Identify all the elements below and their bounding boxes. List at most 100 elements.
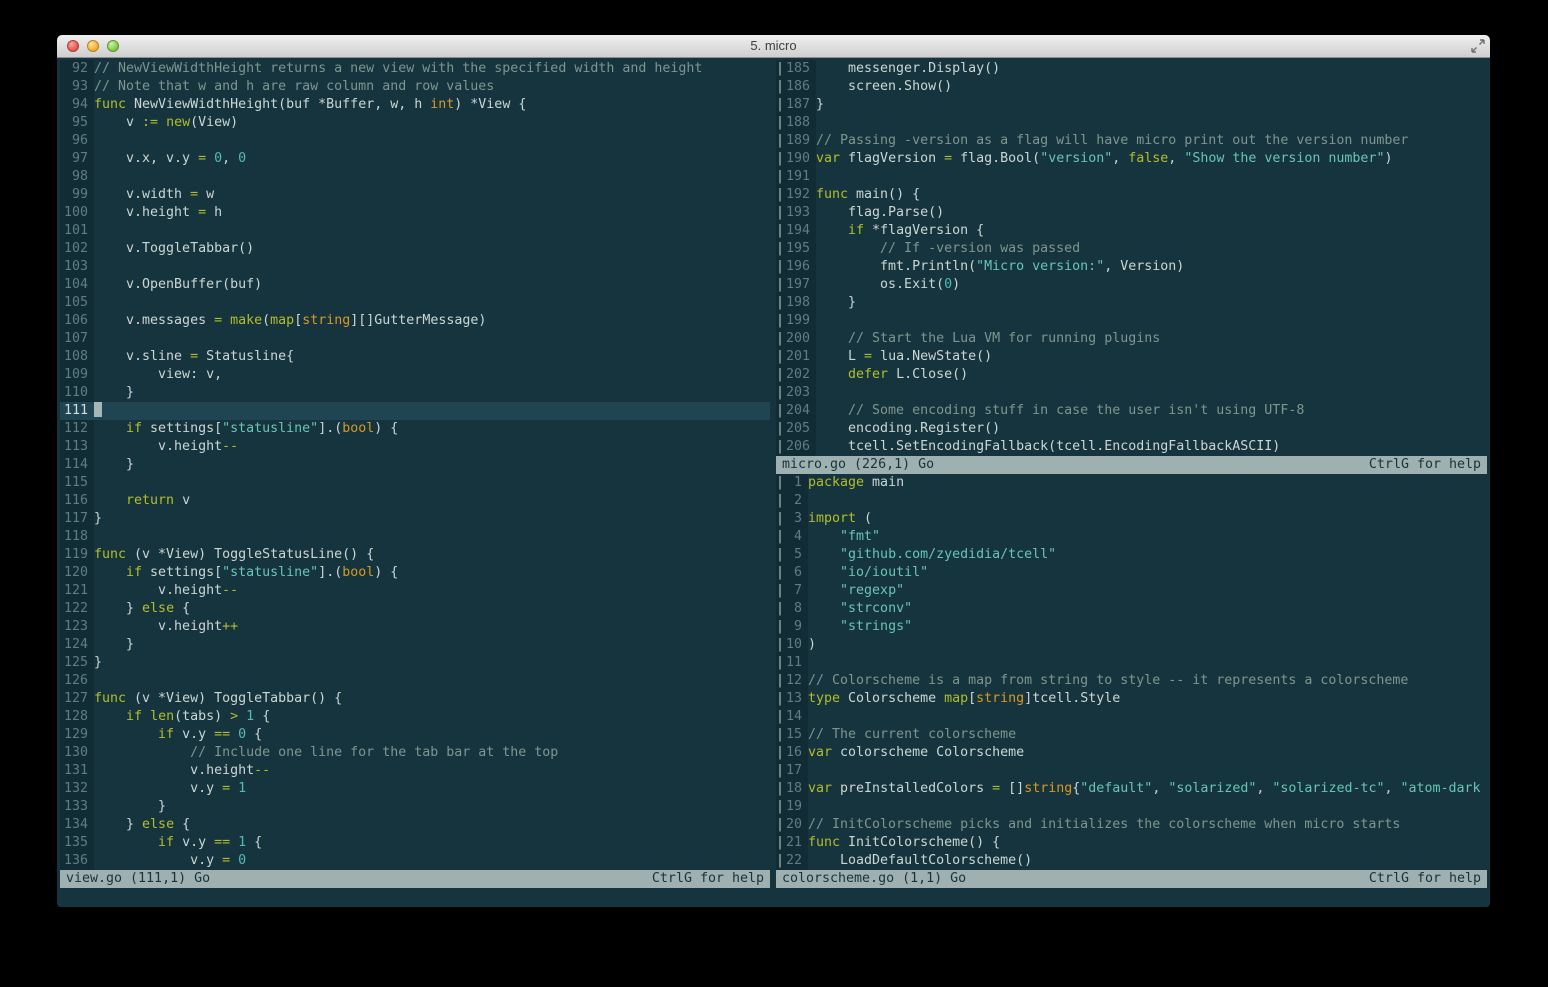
- code-line[interactable]: |203: [776, 384, 1487, 402]
- code-line[interactable]: |10): [776, 636, 1487, 654]
- code-line[interactable]: 134 } else {: [60, 816, 770, 834]
- code-line[interactable]: 99 v.width = w: [60, 186, 770, 204]
- code-token: [238, 709, 246, 724]
- minimize-button[interactable]: [87, 40, 99, 52]
- code-line[interactable]: |185 messenger.Display(): [776, 60, 1487, 78]
- code-line[interactable]: 133 }: [60, 798, 770, 816]
- code-line[interactable]: 98: [60, 168, 770, 186]
- code-line[interactable]: 108 v.sline = Statusline{: [60, 348, 770, 366]
- code-line[interactable]: |197 os.Exit(0): [776, 276, 1487, 294]
- code-line[interactable]: |202 defer L.Close(): [776, 366, 1487, 384]
- code-line[interactable]: 104 v.OpenBuffer(buf): [60, 276, 770, 294]
- code-line[interactable]: |193 flag.Parse(): [776, 204, 1487, 222]
- code-line[interactable]: |20// InitColorscheme picks and initiali…: [776, 816, 1487, 834]
- code-line[interactable]: 107: [60, 330, 770, 348]
- code-line[interactable]: 117}: [60, 510, 770, 528]
- zoom-button[interactable]: [107, 40, 119, 52]
- code-line[interactable]: |6 "io/ioutil": [776, 564, 1487, 582]
- code-line[interactable]: |17: [776, 762, 1487, 780]
- code-line[interactable]: 93// Note that w and h are raw column an…: [60, 78, 770, 96]
- code-line[interactable]: |1package main: [776, 474, 1487, 492]
- code-text: if settings["statusline"].(bool) {: [94, 420, 770, 438]
- code-line[interactable]: |2: [776, 492, 1487, 510]
- code-line[interactable]: 111: [60, 402, 770, 420]
- code-line[interactable]: 136 v.y = 0: [60, 852, 770, 870]
- code-line[interactable]: |191: [776, 168, 1487, 186]
- code-line[interactable]: |192func main() {: [776, 186, 1487, 204]
- code-line[interactable]: |206 tcell.SetEncodingFallback(tcell.Enc…: [776, 438, 1487, 456]
- code-line[interactable]: |189// Passing -version as a flag will h…: [776, 132, 1487, 150]
- code-line[interactable]: |194 if *flagVersion {: [776, 222, 1487, 240]
- code-line[interactable]: |9 "strings": [776, 618, 1487, 636]
- code-line[interactable]: 122 } else {: [60, 600, 770, 618]
- code-line[interactable]: |3import (: [776, 510, 1487, 528]
- code-line[interactable]: 113 v.height--: [60, 438, 770, 456]
- code-line[interactable]: 95 v := new(View): [60, 114, 770, 132]
- code-line[interactable]: 114 }: [60, 456, 770, 474]
- title-bar[interactable]: 5. micro: [57, 35, 1490, 58]
- code-line[interactable]: |12// Colorscheme is a map from string t…: [776, 672, 1487, 690]
- code-line[interactable]: |201 L = lua.NewState(): [776, 348, 1487, 366]
- code-line[interactable]: 132 v.y = 1: [60, 780, 770, 798]
- code-token: "default": [1080, 781, 1152, 796]
- code-line[interactable]: |190var flagVersion = flag.Bool("version…: [776, 150, 1487, 168]
- code-line[interactable]: |186 screen.Show(): [776, 78, 1487, 96]
- close-button[interactable]: [67, 40, 79, 52]
- code-line[interactable]: 119func (v *View) ToggleStatusLine() {: [60, 546, 770, 564]
- code-line[interactable]: |13type Colorscheme map[string]tcell.Sty…: [776, 690, 1487, 708]
- editor-pane-colorscheme-go[interactable]: |1package main|2|3import (|4 "fmt"|5 "gi…: [776, 474, 1487, 870]
- code-line[interactable]: |187}: [776, 96, 1487, 114]
- code-line[interactable]: 106 v.messages = make(map[string][]Gutte…: [60, 312, 770, 330]
- code-line[interactable]: 109 view: v,: [60, 366, 770, 384]
- code-line[interactable]: 92// NewViewWidthHeight returns a new vi…: [60, 60, 770, 78]
- code-line[interactable]: |195 // If -version was passed: [776, 240, 1487, 258]
- code-line[interactable]: 125}: [60, 654, 770, 672]
- code-line[interactable]: |188: [776, 114, 1487, 132]
- code-line[interactable]: 123 v.height++: [60, 618, 770, 636]
- code-line[interactable]: |21func InitColorscheme() {: [776, 834, 1487, 852]
- code-line[interactable]: |19: [776, 798, 1487, 816]
- code-line[interactable]: 118: [60, 528, 770, 546]
- code-line[interactable]: 102 v.ToggleTabbar(): [60, 240, 770, 258]
- code-line[interactable]: 121 v.height--: [60, 582, 770, 600]
- code-line[interactable]: 103: [60, 258, 770, 276]
- code-line[interactable]: |11: [776, 654, 1487, 672]
- code-line[interactable]: |22 LoadDefaultColorscheme(): [776, 852, 1487, 870]
- code-line[interactable]: |14: [776, 708, 1487, 726]
- code-line[interactable]: 105: [60, 294, 770, 312]
- editor-pane-micro-go[interactable]: |185 messenger.Display()|186 screen.Show…: [776, 60, 1487, 456]
- code-line[interactable]: 97 v.x, v.y = 0, 0: [60, 150, 770, 168]
- code-line[interactable]: 135 if v.y == 1 {: [60, 834, 770, 852]
- code-line[interactable]: |205 encoding.Register(): [776, 420, 1487, 438]
- code-line[interactable]: 128 if len(tabs) > 1 {: [60, 708, 770, 726]
- code-line[interactable]: 116 return v: [60, 492, 770, 510]
- code-line[interactable]: 130 // Include one line for the tab bar …: [60, 744, 770, 762]
- code-line[interactable]: |198 }: [776, 294, 1487, 312]
- code-line[interactable]: |4 "fmt": [776, 528, 1487, 546]
- code-line[interactable]: 110 }: [60, 384, 770, 402]
- code-line[interactable]: |15// The current colorscheme: [776, 726, 1487, 744]
- code-line[interactable]: 94func NewViewWidthHeight(buf *Buffer, w…: [60, 96, 770, 114]
- fullscreen-icon[interactable]: [1471, 39, 1485, 53]
- code-line[interactable]: |5 "github.com/zyedidia/tcell": [776, 546, 1487, 564]
- code-line[interactable]: 129 if v.y == 0 {: [60, 726, 770, 744]
- code-line[interactable]: |196 fmt.Println("Micro version:", Versi…: [776, 258, 1487, 276]
- code-line[interactable]: |16var colorscheme Colorscheme: [776, 744, 1487, 762]
- code-line[interactable]: 112 if settings["statusline"].(bool) {: [60, 420, 770, 438]
- code-line[interactable]: 100 v.height = h: [60, 204, 770, 222]
- code-line[interactable]: 115: [60, 474, 770, 492]
- code-line[interactable]: 96: [60, 132, 770, 150]
- code-line[interactable]: 120 if settings["statusline"].(bool) {: [60, 564, 770, 582]
- code-line[interactable]: |199: [776, 312, 1487, 330]
- code-line[interactable]: |7 "regexp": [776, 582, 1487, 600]
- code-line[interactable]: |8 "strconv": [776, 600, 1487, 618]
- code-line[interactable]: 131 v.height--: [60, 762, 770, 780]
- code-line[interactable]: |204 // Some encoding stuff in case the …: [776, 402, 1487, 420]
- code-line[interactable]: |18var preInstalledColors = []string{"de…: [776, 780, 1487, 798]
- code-line[interactable]: 126: [60, 672, 770, 690]
- code-line[interactable]: 127func (v *View) ToggleTabbar() {: [60, 690, 770, 708]
- editor-pane-view-go[interactable]: 92// NewViewWidthHeight returns a new vi…: [60, 60, 770, 870]
- code-line[interactable]: 101: [60, 222, 770, 240]
- code-line[interactable]: 124 }: [60, 636, 770, 654]
- code-line[interactable]: |200 // Start the Lua VM for running plu…: [776, 330, 1487, 348]
